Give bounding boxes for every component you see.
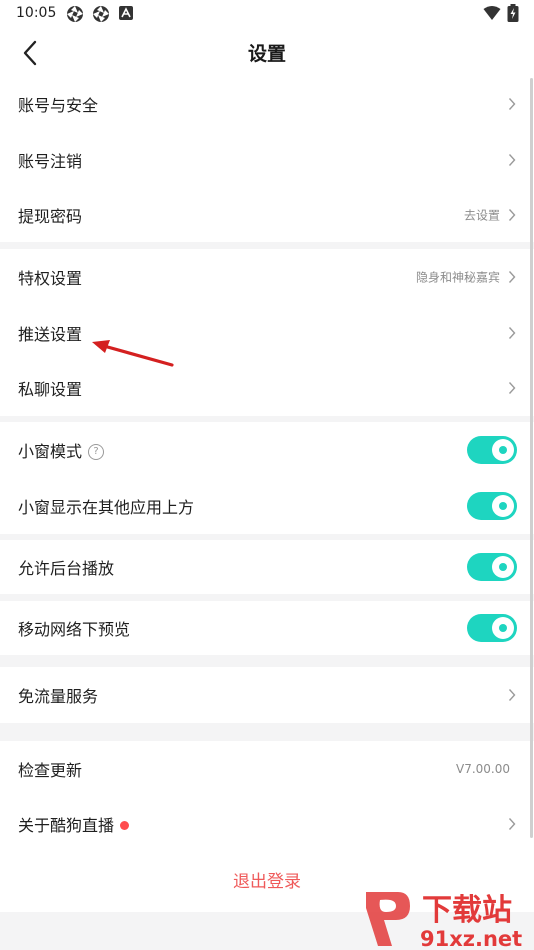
chevron-right-icon [508, 154, 516, 166]
small-window-toggle[interactable] [467, 436, 517, 464]
chevron-right-icon [508, 98, 516, 110]
about-app-row[interactable]: 关于酷狗直播 [0, 796, 534, 852]
scrollbar[interactable] [530, 78, 533, 838]
row-label: 特权设置 [18, 269, 83, 288]
row-label: 检查更新 [18, 761, 83, 780]
background-play-group: 允许后台播放 [0, 540, 534, 594]
version-text: V7.00.00 [455, 762, 510, 776]
mobile-preview-toggle[interactable] [467, 614, 517, 642]
aperture-icon [67, 6, 83, 22]
aperture-icon [93, 6, 109, 22]
row-hint: 隐身和神秘嘉宾 [415, 270, 500, 285]
withdraw-password-row[interactable]: 提现密码 去设置 [0, 187, 534, 243]
row-label: 小窗显示在其他应用上方 [18, 498, 195, 517]
chevron-right-icon [508, 271, 516, 283]
battery-charging-icon [507, 4, 519, 22]
annotation-arrow-icon [92, 340, 174, 367]
row-hint: 去设置 [463, 208, 500, 223]
small-window-group: 小窗模式? 小窗显示在其他应用上方 [0, 422, 534, 534]
row-label: 账号与安全 [18, 96, 99, 115]
free-traffic-group: 免流量服务 [0, 667, 534, 723]
watermark-brand: 下载站 [422, 893, 512, 928]
row-label: 账号注销 [18, 152, 83, 171]
row-label: 提现密码 [18, 207, 83, 226]
overlay-toggle[interactable] [467, 492, 517, 520]
row-label: 推送设置 [18, 325, 83, 344]
chevron-right-icon [508, 818, 516, 830]
red-dot-badge [120, 821, 130, 830]
check-update-row[interactable]: 检查更新 V7.00.00 [0, 741, 534, 797]
overlay-row: 小窗显示在其他应用上方 [0, 478, 534, 534]
account-cancel-row[interactable]: 账号注销 [0, 132, 534, 188]
row-label: 小窗模式? [18, 438, 105, 462]
background-play-toggle[interactable] [467, 553, 517, 581]
status-time: 10:05 [16, 5, 57, 21]
row-label: 关于酷狗直播 [18, 812, 130, 836]
watermark-logo-icon: 下载站 91xz.net [366, 892, 522, 950]
background-play-row: 允许后台播放 [0, 540, 534, 594]
page-title: 设置 [247, 43, 286, 65]
push-settings-row[interactable]: 推送设置 [0, 305, 534, 361]
about-group: 检查更新 V7.00.00 关于酷狗直播 [0, 741, 534, 852]
account-security-row[interactable]: 账号与安全 [0, 76, 534, 132]
chevron-right-icon [508, 689, 516, 701]
mobile-preview-group: 移动网络下预览 [0, 601, 534, 655]
row-label: 允许后台播放 [18, 559, 115, 578]
status-bar: 10:05 [0, 0, 534, 28]
wifi-icon [483, 6, 501, 20]
row-label: 私聊设置 [18, 380, 83, 399]
watermark-site: 91xz.net [420, 927, 522, 950]
free-traffic-row[interactable]: 免流量服务 [0, 667, 534, 723]
mobile-preview-row: 移动网络下预览 [0, 601, 534, 655]
chevron-right-icon [508, 382, 516, 394]
private-chat-settings-row[interactable]: 私聊设置 [0, 360, 534, 416]
privilege-settings-row[interactable]: 特权设置 隐身和神秘嘉宾 [0, 249, 534, 305]
small-window-row: 小窗模式? [0, 422, 534, 478]
help-circle-icon[interactable]: ? [88, 443, 105, 460]
settings-group: 特权设置 隐身和神秘嘉宾 推送设置 私聊设置 [0, 249, 534, 416]
header: 设置 [0, 28, 534, 76]
row-label: 移动网络下预览 [18, 620, 131, 639]
row-label: 免流量服务 [18, 687, 99, 706]
account-group: 账号与安全 账号注销 提现密码 去设置 [0, 76, 534, 242]
chevron-right-icon [508, 209, 516, 221]
a-app-icon [119, 6, 133, 20]
chevron-right-icon [508, 327, 516, 339]
